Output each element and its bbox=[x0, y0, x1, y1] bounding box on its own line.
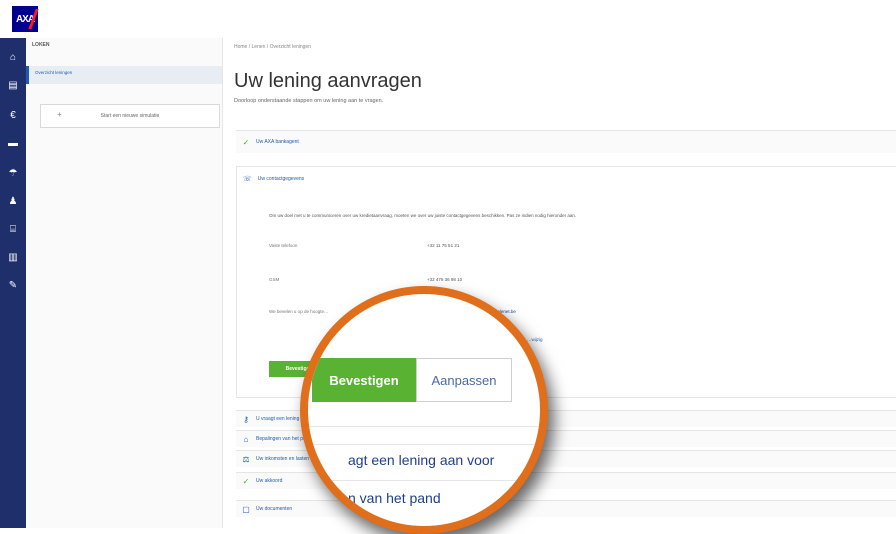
edit-link[interactable]: …wijzig bbox=[527, 337, 543, 342]
home-icon: ⌂ bbox=[243, 434, 249, 444]
contact-intro: Om uw doel met u te communiceren over uw… bbox=[269, 213, 577, 218]
step-label: Uw akkoord bbox=[256, 478, 283, 484]
document-icon: ▢ bbox=[242, 504, 250, 514]
step-label: Uw inkomsten en lasten bbox=[256, 456, 310, 462]
sidebar-item-overview[interactable]: Overzicht leningen bbox=[26, 66, 222, 84]
step-label: Uw AXA bankagent bbox=[256, 139, 299, 145]
person-icon[interactable]: ♟ bbox=[4, 194, 22, 210]
magnified-confirm-button[interactable]: Bevestigen bbox=[312, 358, 416, 402]
top-bar: AXA bbox=[0, 0, 896, 38]
tools-icon[interactable]: ✎ bbox=[4, 278, 22, 294]
umbrella-icon[interactable]: ☂ bbox=[4, 166, 22, 182]
phone-label: Vaste telefoon bbox=[269, 243, 298, 248]
magnifier-overlay: Bevestigen Aanpassen agt een lening aan … bbox=[300, 286, 548, 534]
scale-icon: ⚖ bbox=[242, 454, 250, 464]
new-simulation-button[interactable]: + Start een nieuwe simulatie bbox=[40, 104, 220, 128]
key-icon: ⚷ bbox=[243, 414, 249, 424]
home-icon[interactable]: ⌂ bbox=[4, 50, 22, 66]
document-icon[interactable]: ▤ bbox=[4, 78, 22, 94]
email-label: We bevelen u op de hoogte… bbox=[269, 309, 329, 314]
magnified-step-loan: agt een lening aan voor bbox=[348, 452, 495, 468]
plus-icon: + bbox=[57, 110, 62, 119]
magnified-edit-button[interactable]: Aanpassen bbox=[416, 358, 512, 402]
euro-icon[interactable]: € bbox=[4, 108, 22, 124]
car-icon[interactable]: ▬ bbox=[4, 136, 22, 152]
check-icon: ✓ bbox=[242, 476, 250, 486]
magnified-step-property: n van het pand bbox=[348, 490, 441, 506]
step-documents[interactable]: ▢ Uw documenten bbox=[236, 500, 896, 517]
icon-rail: ⌂ ▤ € ▬ ☂ ♟ ⌸ ▥ ✎ bbox=[0, 38, 26, 528]
sidebar: LOKEN Overzicht leningen + Start een nie… bbox=[26, 38, 223, 528]
gsm-value[interactable]: +32 476 36 98 10 bbox=[427, 277, 462, 282]
step-label: Uw contactgegevens bbox=[257, 176, 305, 182]
page-subtitle: Doorloop onderstaande stappen om uw leni… bbox=[234, 98, 384, 104]
axa-logo[interactable]: AXA bbox=[12, 6, 39, 32]
phone-value[interactable]: +32 11 75 51 21 bbox=[427, 243, 459, 248]
contact-icon: ☏ bbox=[243, 176, 252, 183]
check-icon: ✓ bbox=[242, 137, 250, 147]
sidebar-header: LOKEN bbox=[32, 42, 50, 48]
gsm-label: GSM bbox=[269, 277, 280, 282]
breadcrumb[interactable]: Home / Lenen / Overzicht leningen bbox=[234, 44, 311, 50]
chart-icon[interactable]: ▥ bbox=[4, 250, 22, 266]
bank-icon[interactable]: ⌸ bbox=[4, 222, 22, 238]
step-label: Uw documenten bbox=[256, 506, 293, 512]
page-title: Uw lening aanvragen bbox=[234, 70, 422, 92]
step-bankagent[interactable]: ✓ Uw AXA bankagent bbox=[236, 130, 896, 153]
new-simulation-label: Start een nieuwe simulatie bbox=[100, 113, 160, 119]
contact-step-header[interactable]: ☏ Uw contactgegevens bbox=[243, 175, 304, 183]
